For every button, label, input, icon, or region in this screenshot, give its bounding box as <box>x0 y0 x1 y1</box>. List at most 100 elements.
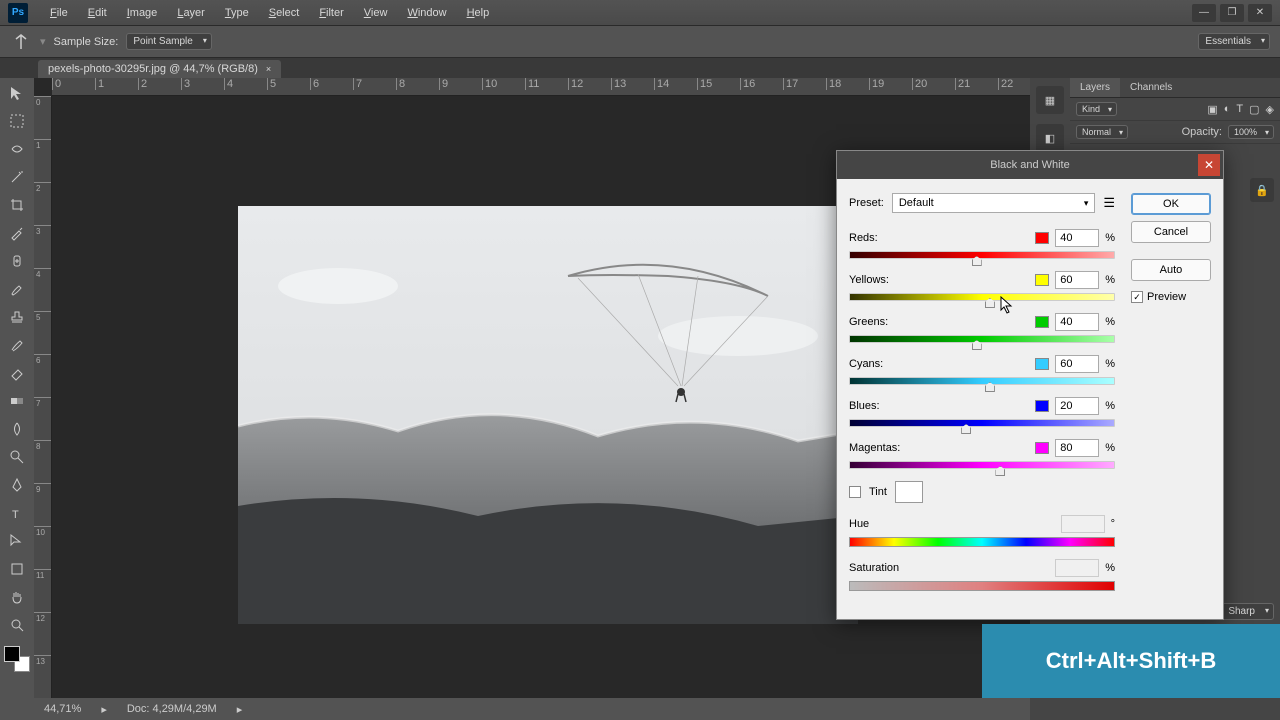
tint-swatch[interactable] <box>895 481 923 503</box>
opacity-label: Opacity: <box>1182 126 1222 138</box>
cancel-button[interactable]: Cancel <box>1131 221 1211 243</box>
slider-thumb[interactable] <box>972 256 982 266</box>
menu-type[interactable]: Type <box>215 3 259 23</box>
svg-text:T: T <box>12 509 19 521</box>
layer-kind-filter[interactable]: Kind <box>1076 102 1117 116</box>
gradient-tool[interactable] <box>4 390 30 412</box>
lock-icon[interactable]: 🔒 <box>1250 178 1274 202</box>
filter-icon[interactable]: ▢ <box>1249 103 1259 116</box>
preview-checkbox[interactable] <box>1131 291 1143 303</box>
menu-window[interactable]: Window <box>397 3 456 23</box>
aa-dropdown[interactable]: Sharp <box>1221 603 1274 620</box>
hand-tool[interactable] <box>4 586 30 608</box>
saturation-input[interactable] <box>1055 559 1099 577</box>
tab-channels[interactable]: Channels <box>1120 78 1182 97</box>
pct-label: % <box>1105 400 1115 412</box>
blend-mode[interactable]: Normal <box>1076 125 1128 139</box>
wand-tool[interactable] <box>4 166 30 188</box>
brush-tool[interactable] <box>4 278 30 300</box>
canvas <box>238 206 858 624</box>
type-tool[interactable]: T <box>4 502 30 524</box>
slider-input-5[interactable] <box>1055 439 1099 457</box>
filter-icon[interactable]: T <box>1236 103 1243 115</box>
slider-track-2[interactable] <box>849 335 1115 343</box>
ok-button[interactable]: OK <box>1131 193 1211 215</box>
slider-input-2[interactable] <box>1055 313 1099 331</box>
maximize-button[interactable]: ❐ <box>1220 4 1244 22</box>
heal-tool[interactable] <box>4 250 30 272</box>
filter-icon[interactable]: ▣ <box>1207 103 1217 116</box>
marquee-tool[interactable] <box>4 110 30 132</box>
tab-layers[interactable]: Layers <box>1070 78 1120 97</box>
slider-track-3[interactable] <box>849 377 1115 385</box>
pct-label: % <box>1105 316 1115 328</box>
filter-icon[interactable]: ◐ <box>1224 103 1231 115</box>
swatch-icon <box>1035 274 1049 286</box>
dialog-titlebar[interactable]: Black and White ✕ <box>837 151 1223 179</box>
close-icon[interactable]: × <box>266 64 271 74</box>
slider-input-3[interactable] <box>1055 355 1099 373</box>
menu-select[interactable]: Select <box>259 3 310 23</box>
zoom-tool[interactable] <box>4 614 30 636</box>
pen-tool[interactable] <box>4 474 30 496</box>
filter-icon[interactable]: ◈ <box>1266 103 1274 116</box>
zoom-level[interactable]: 44,71% <box>44 703 81 715</box>
slider-track-0[interactable] <box>849 251 1115 259</box>
panel-icon-history[interactable]: ▦ <box>1036 86 1064 114</box>
menu-edit[interactable]: Edit <box>78 3 117 23</box>
blur-tool[interactable] <box>4 418 30 440</box>
path-tool[interactable] <box>4 530 30 552</box>
move-tool[interactable] <box>4 82 30 104</box>
auto-button[interactable]: Auto <box>1131 259 1211 281</box>
saturation-slider[interactable] <box>849 581 1115 591</box>
menu-file[interactable]: File <box>40 3 78 23</box>
slider-thumb[interactable] <box>985 298 995 308</box>
slider-thumb[interactable] <box>961 424 971 434</box>
slider-thumb[interactable] <box>972 340 982 350</box>
stamp-tool[interactable] <box>4 306 30 328</box>
dialog-close-button[interactable]: ✕ <box>1198 154 1220 176</box>
slider-track-5[interactable] <box>849 461 1115 469</box>
slider-input-4[interactable] <box>1055 397 1099 415</box>
sample-size-dropdown[interactable]: Point Sample <box>126 33 211 50</box>
saturation-label: Saturation <box>849 562 1049 574</box>
menu-layer[interactable]: Layer <box>167 3 215 23</box>
menu-filter[interactable]: Filter <box>309 3 353 23</box>
shortcut-overlay: Ctrl+Alt+Shift+B <box>982 624 1280 698</box>
tint-checkbox[interactable] <box>849 486 861 498</box>
slider-track-1[interactable] <box>849 293 1115 301</box>
opacity-value[interactable]: 100% <box>1228 125 1274 139</box>
menu-image[interactable]: Image <box>117 3 168 23</box>
close-button[interactable]: ✕ <box>1248 4 1272 22</box>
workspace-dropdown[interactable]: Essentials <box>1198 33 1270 50</box>
menu-help[interactable]: Help <box>457 3 500 23</box>
lasso-tool[interactable] <box>4 138 30 160</box>
panel-icon-actions[interactable]: ◧ <box>1036 124 1064 152</box>
eraser-tool[interactable] <box>4 362 30 384</box>
chevron-icon[interactable]: ▸ <box>237 703 243 716</box>
document-tab[interactable]: pexels-photo-30295r.jpg @ 44,7% (RGB/8) … <box>38 60 281 78</box>
crop-tool[interactable] <box>4 194 30 216</box>
pct-label: % <box>1105 232 1115 244</box>
cursor-icon <box>1000 296 1014 316</box>
shape-tool[interactable] <box>4 558 30 580</box>
slider-thumb[interactable] <box>985 382 995 392</box>
hue-input[interactable] <box>1061 515 1105 533</box>
menu-view[interactable]: View <box>354 3 398 23</box>
hue-slider[interactable] <box>849 537 1115 547</box>
minimize-button[interactable]: — <box>1192 4 1216 22</box>
preset-dropdown[interactable]: Default <box>892 193 1095 213</box>
slider-input-0[interactable] <box>1055 229 1099 247</box>
swatch-icon <box>1035 358 1049 370</box>
slider-thumb[interactable] <box>995 466 1005 476</box>
dodge-tool[interactable] <box>4 446 30 468</box>
hue-unit: ° <box>1111 518 1115 530</box>
slider-track-4[interactable] <box>849 419 1115 427</box>
swatch-icon <box>1035 442 1049 454</box>
history-brush-tool[interactable] <box>4 334 30 356</box>
slider-input-1[interactable] <box>1055 271 1099 289</box>
preset-menu-icon[interactable]: ☰ <box>1103 195 1115 211</box>
eyedropper-tool[interactable] <box>4 222 30 244</box>
chevron-icon[interactable]: ▸ <box>101 703 107 716</box>
color-swatches[interactable] <box>4 646 30 672</box>
